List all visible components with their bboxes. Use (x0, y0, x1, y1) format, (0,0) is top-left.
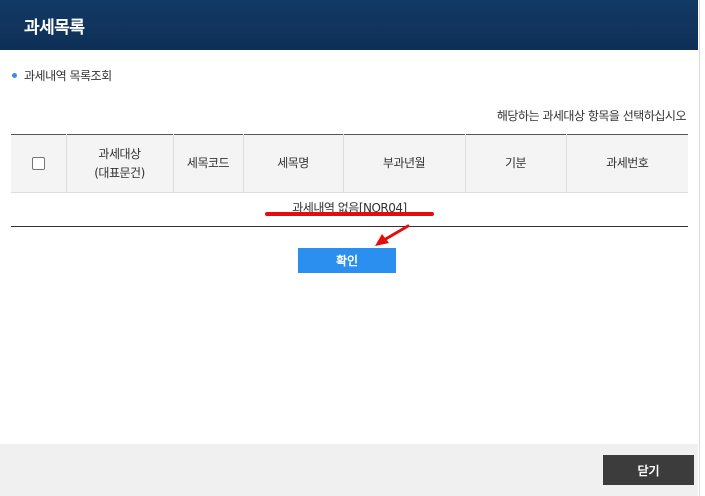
table-row: 과세내역 없음[NOR04] (11, 192, 688, 227)
column-header-levy-month: 부과년월 (342, 134, 465, 193)
column-header-period: 기분 (464, 134, 566, 193)
empty-row-cell: 과세내역 없음[NOR04] (11, 192, 688, 227)
popup-footer (0, 444, 698, 496)
section-subtitle: 과세내역 목록조회 (12, 67, 112, 84)
instruction-text: 해당하는 과세대상 항목을 선택하십시오 (496, 109, 687, 123)
bullet-icon (12, 73, 17, 78)
popup-window: 과세목록 과세내역 목록조회 해당하는 과세대상 항목을 선택하십시오 과세대상… (0, 0, 700, 496)
select-all-checkbox[interactable] (31, 157, 45, 170)
column-header-tax-number: 과세번호 (565, 134, 688, 193)
table-header-row: 과세대상 (대표문건) 세목코드 세목명 부과년월 기분 과세번호 (11, 134, 688, 193)
column-header-label: 과세대상 (98, 146, 141, 161)
confirm-button[interactable]: 확인 (298, 248, 396, 273)
popup-title: 과세목록 (24, 18, 85, 38)
red-underline-annotation (265, 212, 434, 216)
column-header-tax-code: 세목코드 (172, 134, 243, 193)
select-all-cell (11, 134, 66, 193)
section-subtitle-label: 과세내역 목록조회 (24, 69, 112, 83)
close-button[interactable]: 닫기 (603, 455, 694, 485)
column-header-tax-name: 세목명 (242, 134, 343, 193)
popup-header: 과세목록 (0, 0, 698, 50)
red-arrow-icon (375, 224, 410, 246)
column-header-sublabel: (대표문건) (94, 165, 145, 180)
column-header-tax-target: 과세대상 (대표문건) (65, 134, 173, 193)
